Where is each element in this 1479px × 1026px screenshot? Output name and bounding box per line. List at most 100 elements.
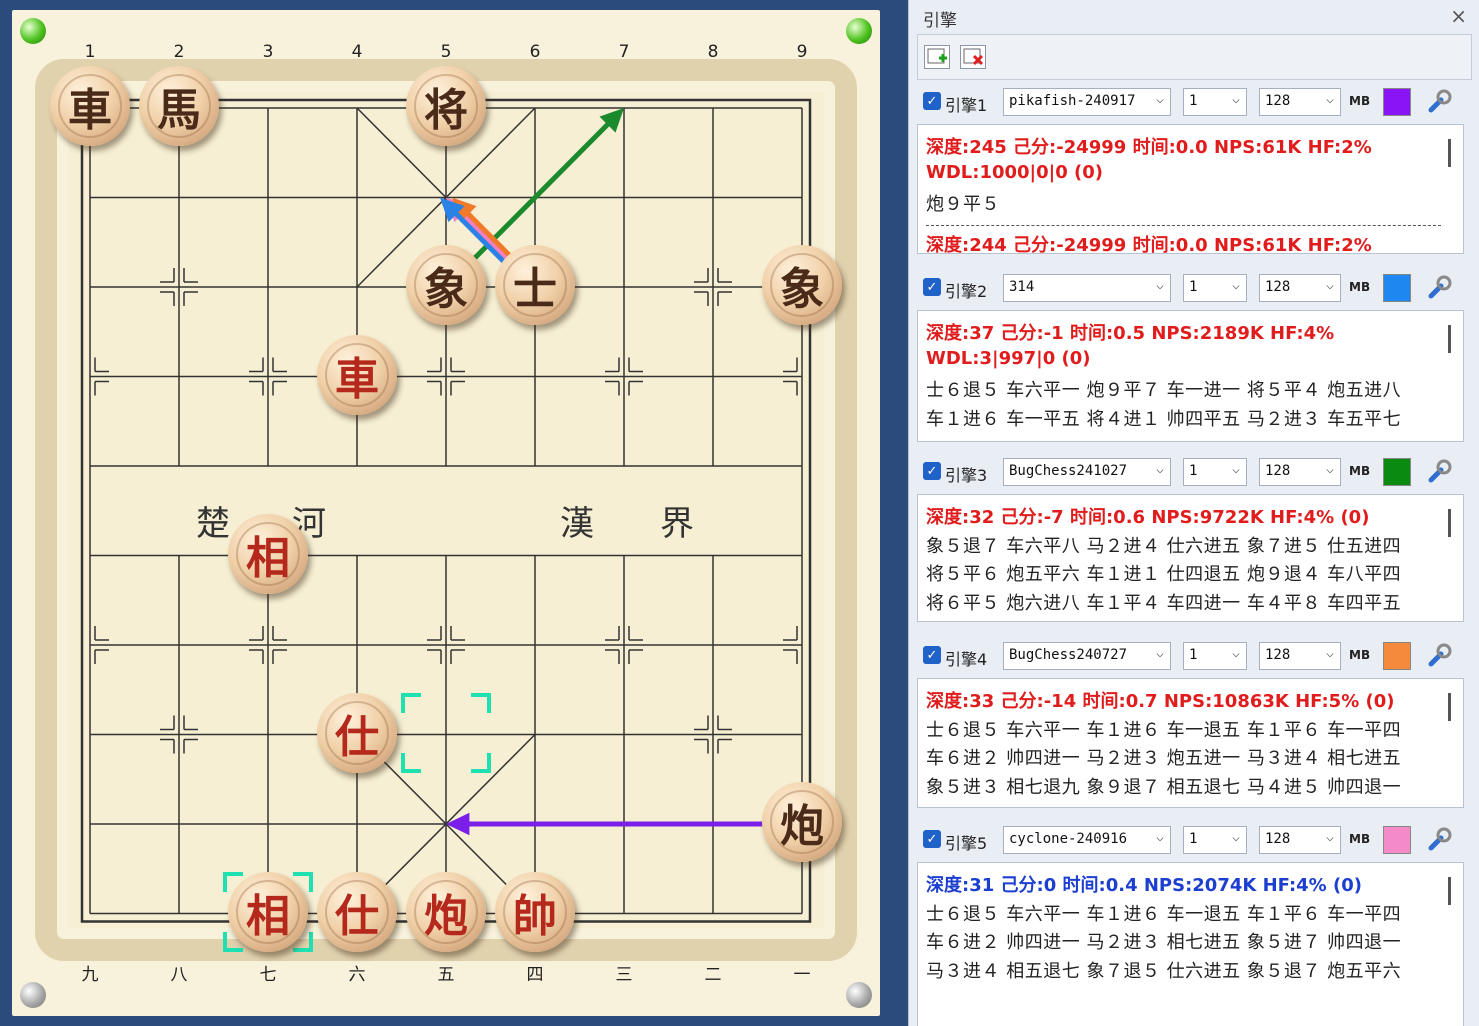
engine-select[interactable]: 314 ⌵ xyxy=(1003,274,1171,302)
piece-label: 炮 xyxy=(414,879,478,944)
engine-output[interactable]: 深度:33 己分:-14 时间:0.7 NPS:10863K HF:5% (0)… xyxy=(917,678,1464,808)
black-piece[interactable]: 象 xyxy=(406,245,486,325)
pv-line: 象５进３ 相七退九 象９退７ 相五退七 马４进５ 帅四退一 xyxy=(926,776,1402,798)
black-piece[interactable]: 車 xyxy=(50,66,130,146)
red-piece[interactable]: 相 xyxy=(228,871,308,952)
threads-select[interactable]: 1 ⌵ xyxy=(1183,642,1247,670)
hash-value: 128 xyxy=(1265,463,1291,479)
pv-line: 车６进２ 帅四进一 马２进３ 相七进五 象５进７ 帅四退一 xyxy=(926,932,1402,953)
threads-value: 1 xyxy=(1189,93,1198,109)
wrench-icon[interactable] xyxy=(1425,458,1453,486)
chevron-down-icon: ⌵ xyxy=(1156,646,1164,661)
info-line: 深度:33 己分:-14 时间:0.7 NPS:10863K HF:5% (0) xyxy=(926,691,1395,712)
hash-select[interactable]: 128 ⌵ xyxy=(1259,88,1341,116)
piece-label: 将 xyxy=(414,74,478,138)
red-piece[interactable]: 仕 xyxy=(317,871,397,952)
wrench-icon[interactable] xyxy=(1425,88,1453,116)
black-piece[interactable]: 将 xyxy=(406,66,486,146)
engine-row: ✓ 引擎2 314 ⌵ 1 ⌵ 128 ⌵ MB xyxy=(917,268,1472,308)
engine-enabled-checkbox[interactable]: ✓ xyxy=(923,830,941,848)
chevron-down-icon: ⌵ xyxy=(1326,278,1334,293)
pv-line: 士６退５ 车六平一 车１进６ 车一退五 车１平６ 车一平四 xyxy=(926,903,1402,925)
info-line: 深度:37 己分:-1 时间:0.5 NPS:2189K HF:4% xyxy=(926,323,1335,344)
red-piece[interactable]: 車 xyxy=(317,334,397,415)
hash-value: 128 xyxy=(1265,93,1291,109)
engine-color-swatch[interactable] xyxy=(1383,88,1411,116)
close-icon[interactable]: × xyxy=(1450,4,1467,28)
engine-row: ✓ 引擎3 BugChess241027 ⌵ 1 ⌵ 128 ⌵ MB xyxy=(917,452,1472,492)
board-grid xyxy=(35,59,857,961)
pv-line: 象５退７ 车六平八 马２进４ 仕六进五 象７进５ 仕五进四 xyxy=(926,535,1402,557)
piece-label: 象 xyxy=(770,253,834,317)
engine-enabled-checkbox[interactable]: ✓ xyxy=(923,462,941,480)
engine-color-swatch[interactable] xyxy=(1383,274,1411,302)
file-label-bottom: 六 xyxy=(348,965,366,985)
scrollbar-thumb[interactable] xyxy=(1448,509,1451,537)
engine-select[interactable]: BugChess241027 ⌵ xyxy=(1003,458,1171,486)
engine-output[interactable]: 深度:31 己分:0 时间:0.4 NPS:2074K HF:4% (0) 士６退… xyxy=(917,862,1464,1026)
engine-color-swatch[interactable] xyxy=(1383,458,1411,486)
panel-title: 引擎 xyxy=(923,11,957,31)
piece-label: 相 xyxy=(236,879,300,944)
pv-line: 士６退５ 车六平一 车１进６ 车一退五 车１平６ 车一平四 xyxy=(926,719,1402,741)
red-piece[interactable]: 相 xyxy=(228,513,308,594)
scrollbar-thumb[interactable] xyxy=(1448,139,1451,167)
engine-select[interactable]: BugChess240727 ⌵ xyxy=(1003,642,1171,670)
engine-color-swatch[interactable] xyxy=(1383,826,1411,854)
engine-name: pikafish-240917 xyxy=(1009,93,1136,109)
threads-select[interactable]: 1 ⌵ xyxy=(1183,88,1247,116)
engine-select[interactable]: pikafish-240917 ⌵ xyxy=(1003,88,1171,116)
scrollbar-thumb[interactable] xyxy=(1448,877,1451,905)
engine-enabled-checkbox[interactable]: ✓ xyxy=(923,278,941,296)
threads-select[interactable]: 1 ⌵ xyxy=(1183,458,1247,486)
black-piece[interactable]: 士 xyxy=(495,245,575,325)
threads-select[interactable]: 1 ⌵ xyxy=(1183,274,1247,302)
engine-color-swatch[interactable] xyxy=(1383,642,1411,670)
pv-line: 士６退５ 车六平一 炮９平７ 车一进一 将５平４ 炮五进八 xyxy=(926,380,1402,401)
threads-value: 1 xyxy=(1189,463,1198,479)
file-label-bottom: 二 xyxy=(704,965,722,985)
info-line: 深度:244 己分:-24999 时间:0.0 NPS:61K HF:2% xyxy=(926,234,1372,254)
engine-label: 引擎2 xyxy=(945,282,988,301)
add-engine-icon[interactable] xyxy=(924,45,950,69)
info-line: 深度:32 己分:-7 时间:0.6 NPS:9722K HF:4% (0) xyxy=(926,507,1370,528)
separator xyxy=(926,224,1441,226)
remove-engine-icon[interactable] xyxy=(960,45,986,69)
red-piece[interactable]: 炮 xyxy=(406,871,486,952)
pv-line: 马３进４ 相五退七 象７退５ 仕六进五 象５退７ 炮五平六 xyxy=(926,960,1402,982)
hash-select[interactable]: 128 ⌵ xyxy=(1259,458,1341,486)
engine-output[interactable]: 深度:32 己分:-7 时间:0.6 NPS:9722K HF:4% (0) 象５… xyxy=(917,494,1464,622)
black-piece[interactable]: 炮 xyxy=(762,782,842,862)
chevron-down-icon: ⌵ xyxy=(1232,462,1240,477)
black-piece[interactable]: 馬 xyxy=(139,66,219,146)
scrollbar-thumb[interactable] xyxy=(1448,693,1451,721)
wrench-icon[interactable] xyxy=(1425,826,1453,854)
chevron-down-icon: ⌵ xyxy=(1156,278,1164,293)
wrench-icon[interactable] xyxy=(1425,642,1453,670)
engine-output[interactable]: 深度:37 己分:-1 时间:0.5 NPS:2189K HF:4% WDL:3|… xyxy=(917,310,1464,442)
piece-label: 車 xyxy=(325,342,389,407)
engine-toolbar xyxy=(917,34,1472,80)
xiangqi-board[interactable]: 123456789 九八七六五四三二一 楚河漢界 車馬将象士象車相仕炮相仕炮帥 xyxy=(12,10,880,1016)
engine-enabled-checkbox[interactable]: ✓ xyxy=(923,92,941,110)
scrollbar-thumb[interactable] xyxy=(1448,325,1451,353)
hash-select[interactable]: 128 ⌵ xyxy=(1259,274,1341,302)
red-piece[interactable]: 帥 xyxy=(495,871,575,952)
wrench-icon[interactable] xyxy=(1425,274,1453,302)
hash-select[interactable]: 128 ⌵ xyxy=(1259,826,1341,854)
mb-label: MB xyxy=(1349,464,1371,478)
threads-value: 1 xyxy=(1189,279,1198,295)
threads-select[interactable]: 1 ⌵ xyxy=(1183,826,1247,854)
black-piece[interactable]: 象 xyxy=(762,245,842,325)
file-label-top: 2 xyxy=(173,42,185,62)
piece-label: 仕 xyxy=(325,879,389,944)
piece-label: 相 xyxy=(236,521,300,586)
red-piece[interactable]: 仕 xyxy=(317,692,397,773)
engine-output[interactable]: 深度:245 己分:-24999 时间:0.0 NPS:61K HF:2% WDL… xyxy=(917,124,1464,254)
engine-name: BugChess241027 xyxy=(1009,463,1128,479)
engine-select[interactable]: cyclone-240916 ⌵ xyxy=(1003,826,1171,854)
piece-label: 象 xyxy=(414,253,478,317)
hash-select[interactable]: 128 ⌵ xyxy=(1259,642,1341,670)
engine-enabled-checkbox[interactable]: ✓ xyxy=(923,646,941,664)
chevron-down-icon: ⌵ xyxy=(1232,830,1240,845)
